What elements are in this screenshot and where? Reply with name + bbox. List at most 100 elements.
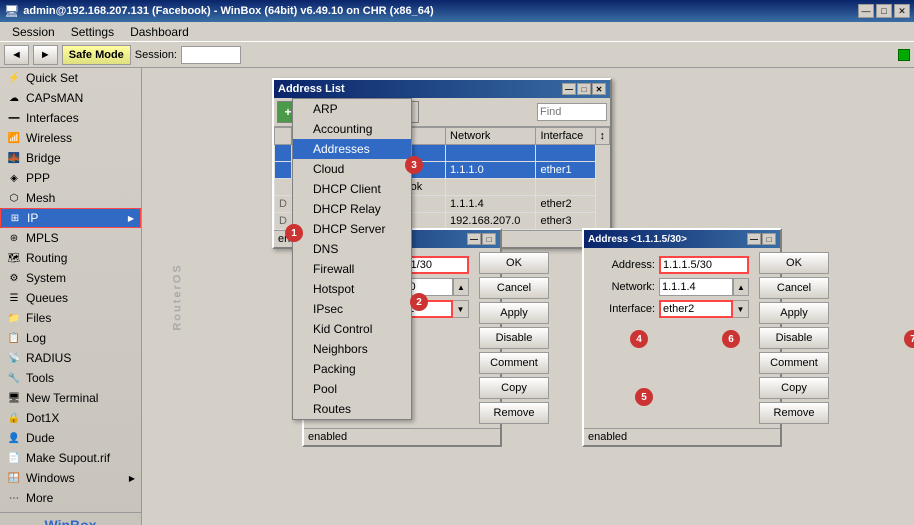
address-list-maximize[interactable]: □ xyxy=(577,83,591,95)
sidebar-item-more[interactable]: ⋯ More xyxy=(0,488,141,508)
sidebar-item-system[interactable]: ⚙ System xyxy=(0,268,141,288)
sidebar: ⚡ Quick Set ☁ CAPsMAN ━━ Interfaces 📶 Wi… xyxy=(0,68,142,525)
safe-mode-button[interactable]: Safe Mode xyxy=(62,45,131,65)
maximize-button[interactable]: □ xyxy=(876,4,892,18)
interface-input-2[interactable] xyxy=(659,300,733,318)
network-scroll-up[interactable]: ▲ xyxy=(453,278,469,296)
sidebar-item-dot1x[interactable]: 🔒 Dot1X xyxy=(0,408,141,428)
disable-button-1[interactable]: Disable xyxy=(479,327,549,349)
close-button[interactable]: ✕ xyxy=(894,4,910,18)
more-icon: ⋯ xyxy=(6,492,22,504)
remove-button-1[interactable]: Remove xyxy=(479,402,549,424)
sidebar-item-wireless[interactable]: 📶 Wireless xyxy=(0,128,141,148)
ok-button-2[interactable]: OK xyxy=(759,252,829,274)
ok-button-1[interactable]: OK xyxy=(479,252,549,274)
sidebar-item-new-terminal[interactable]: 🖥 New Terminal xyxy=(0,388,141,408)
submenu-dhcp-relay[interactable]: DHCP Relay xyxy=(293,199,411,219)
interface-dropdown-1[interactable]: ▼ xyxy=(453,300,469,318)
submenu-hotspot[interactable]: Hotspot xyxy=(293,279,411,299)
comment-button-1[interactable]: Comment xyxy=(479,352,549,374)
addr-dialog1-maximize[interactable]: □ xyxy=(482,233,496,245)
row-network: 192.168.207.0 xyxy=(446,213,536,230)
copy-button-1[interactable]: Copy xyxy=(479,377,549,399)
sidebar-item-radius[interactable]: 📡 RADIUS xyxy=(0,348,141,368)
addr-dialog1-minimize[interactable]: — xyxy=(467,233,481,245)
submenu-addresses[interactable]: Addresses xyxy=(293,139,411,159)
address-dialog-2: Address <1.1.1.5/30> — □ Address: Networ… xyxy=(582,228,782,447)
network-input-2[interactable] xyxy=(659,278,733,296)
sidebar-label-dot1x: Dot1X xyxy=(26,411,59,425)
sidebar-item-files[interactable]: 📁 Files xyxy=(0,308,141,328)
submenu-kid-control[interactable]: Kid Control xyxy=(293,319,411,339)
addr-dialog2-maximize[interactable]: □ xyxy=(762,233,776,245)
sidebar-item-tools[interactable]: 🔧 Tools xyxy=(0,368,141,388)
submenu-pool[interactable]: Pool xyxy=(293,379,411,399)
sidebar-item-queues[interactable]: ☰ Queues xyxy=(0,288,141,308)
sidebar-item-make-supout[interactable]: 📄 Make Supout.rif xyxy=(0,448,141,468)
sidebar-item-routing[interactable]: 🗺 Routing xyxy=(0,248,141,268)
submenu-routes[interactable]: Routes xyxy=(293,399,411,419)
minimize-button[interactable]: — xyxy=(858,4,874,18)
submenu-dns[interactable]: DNS xyxy=(293,239,411,259)
apply-button-2[interactable]: Apply xyxy=(759,302,829,324)
submenu-ipsec[interactable]: IPsec xyxy=(293,299,411,319)
queues-icon: ☰ xyxy=(6,292,22,304)
submenu-arp[interactable]: ARP xyxy=(293,99,411,119)
comment-button-2[interactable]: Comment xyxy=(759,352,829,374)
sidebar-item-mesh[interactable]: ⬡ Mesh xyxy=(0,188,141,208)
cancel-button-1[interactable]: Cancel xyxy=(479,277,549,299)
sidebar-item-bridge[interactable]: 🌉 Bridge xyxy=(0,148,141,168)
bridge-icon: 🌉 xyxy=(6,152,22,164)
cancel-button-2[interactable]: Cancel xyxy=(759,277,829,299)
submenu-cloud[interactable]: Cloud xyxy=(293,159,411,179)
address-list-close[interactable]: ✕ xyxy=(592,83,606,95)
menu-settings[interactable]: Settings xyxy=(63,23,122,41)
forward-button[interactable]: ► xyxy=(33,45,58,65)
col-sort[interactable]: ↕ xyxy=(595,128,610,145)
mpls-icon: ⊛ xyxy=(6,232,22,244)
menu-session[interactable]: Session xyxy=(4,23,63,41)
sidebar-item-interfaces[interactable]: ━━ Interfaces xyxy=(0,108,141,128)
addr-dialog2-minimize[interactable]: — xyxy=(747,233,761,245)
back-button[interactable]: ◄ xyxy=(4,45,29,65)
sidebar-item-capsman[interactable]: ☁ CAPsMAN xyxy=(0,88,141,108)
addr-dialog2-titlebar: Address <1.1.1.5/30> — □ xyxy=(584,230,780,248)
submenu-accounting[interactable]: Accounting xyxy=(293,119,411,139)
network-field-group-2: ▲ xyxy=(659,278,749,296)
address-search-input[interactable] xyxy=(537,103,607,121)
col-interface[interactable]: Interface xyxy=(536,128,595,145)
sidebar-item-log[interactable]: 📋 Log xyxy=(0,328,141,348)
main-layout: ⚡ Quick Set ☁ CAPsMAN ━━ Interfaces 📶 Wi… xyxy=(0,68,914,525)
windows-arrow: ▶ xyxy=(129,474,135,483)
address-list-minimize[interactable]: — xyxy=(562,83,576,95)
remove-button-2[interactable]: Remove xyxy=(759,402,829,424)
interface-dropdown-2[interactable]: ▼ xyxy=(733,300,749,318)
sidebar-label-radius: RADIUS xyxy=(26,351,71,365)
submenu-neighbors[interactable]: Neighbors xyxy=(293,339,411,359)
sidebar-item-dude[interactable]: 👤 Dude xyxy=(0,428,141,448)
sidebar-label-system: System xyxy=(26,271,66,285)
apply-button-1[interactable]: Apply xyxy=(479,302,549,324)
mesh-icon: ⬡ xyxy=(6,192,22,204)
sidebar-item-mpls[interactable]: ⊛ MPLS xyxy=(0,228,141,248)
menu-dashboard[interactable]: Dashboard xyxy=(122,23,197,41)
submenu-dhcp-server[interactable]: DHCP Server xyxy=(293,219,411,239)
title-bar-buttons: — □ ✕ xyxy=(858,4,910,18)
sidebar-item-quick-set[interactable]: ⚡ Quick Set xyxy=(0,68,141,88)
menu-bar: Session Settings Dashboard xyxy=(0,22,914,42)
badge-1: 1 xyxy=(285,224,303,242)
session-input[interactable] xyxy=(181,46,241,64)
sidebar-item-windows[interactable]: 🪟 Windows ▶ xyxy=(0,468,141,488)
sidebar-label-more: More xyxy=(26,491,53,505)
submenu-firewall[interactable]: Firewall xyxy=(293,259,411,279)
disable-button-2[interactable]: Disable xyxy=(759,327,829,349)
address-input-2[interactable] xyxy=(659,256,749,274)
col-network[interactable]: Network xyxy=(446,128,536,145)
sidebar-item-ppp[interactable]: ◈ PPP xyxy=(0,168,141,188)
sidebar-brand: WinBox RouterOS xyxy=(0,512,141,525)
submenu-packing[interactable]: Packing xyxy=(293,359,411,379)
submenu-dhcp-client[interactable]: DHCP Client xyxy=(293,179,411,199)
copy-button-2[interactable]: Copy xyxy=(759,377,829,399)
network-scroll-up-2[interactable]: ▲ xyxy=(733,278,749,296)
sidebar-item-ip[interactable]: ⊞ IP ▶ xyxy=(0,208,141,228)
